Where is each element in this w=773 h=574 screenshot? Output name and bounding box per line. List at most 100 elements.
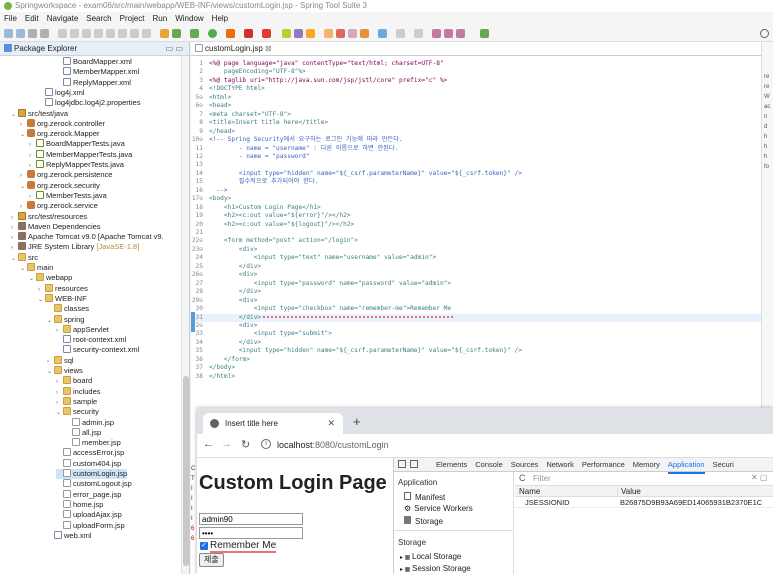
reload-icon[interactable]: ↻ (241, 438, 250, 451)
tree-item[interactable]: root-context.xml (56, 335, 126, 345)
cookie-row[interactable]: JSESSIONID B26875D9B93A69ED14065931B2370… (515, 497, 773, 508)
prev-annotation-icon[interactable] (414, 29, 423, 38)
tree-item[interactable]: › appServlet (56, 324, 109, 335)
tree-item[interactable]: web.xml (47, 530, 92, 541)
menu-project[interactable]: Project (120, 14, 145, 23)
tree-item[interactable]: ⌄ WEB-INF (38, 293, 87, 305)
manifest-item[interactable]: Manifest (404, 492, 445, 502)
tree-item[interactable]: ⌄ src/test/java (11, 108, 68, 119)
new-class-icon[interactable] (294, 29, 303, 38)
filter-input[interactable]: Filter (533, 474, 551, 483)
menu-search[interactable]: Search (86, 14, 111, 23)
remember-me-checkbox[interactable]: ✓ (200, 542, 208, 550)
tree-item[interactable]: member.jsp (65, 438, 121, 448)
collapse-icon[interactable]: ⌄ (29, 274, 36, 284)
annotation-icon[interactable] (378, 29, 387, 38)
inspect-icon[interactable] (398, 460, 406, 468)
forward-arrow-icon[interactable]: → (221, 438, 232, 450)
collapse-icon[interactable]: ⌄ (47, 316, 54, 326)
tree-item[interactable]: ⌄ org.zerock.security (20, 180, 100, 192)
tree-item[interactable]: ⌄ spring (47, 314, 84, 326)
tree-item[interactable]: › org.zerock.persistence (20, 170, 112, 180)
tree-item[interactable]: MemberMapper.xml (56, 67, 139, 77)
tree-item[interactable]: › ReplyMapperTests.java (29, 160, 124, 170)
tree-item[interactable]: ⌄ main (20, 263, 53, 273)
task-icon[interactable] (360, 29, 369, 38)
tree-item[interactable]: › sql (47, 355, 74, 366)
tree-item[interactable]: security-context.xml (56, 345, 139, 355)
collapse-icon[interactable]: ⌄ (56, 408, 63, 418)
password-input[interactable] (199, 527, 303, 539)
code-editor[interactable]: customLogin.jsp ⊠ 1 <%@ page language="ja… (191, 42, 761, 408)
username-input[interactable] (199, 513, 303, 525)
back-arrow-icon[interactable]: ← (203, 438, 214, 450)
tree-item[interactable]: › Maven Dependencies (11, 221, 101, 232)
devtools-tab-sources[interactable]: Sources (511, 458, 539, 472)
pen-icon[interactable] (348, 29, 357, 38)
tree-item[interactable]: › sample (56, 396, 97, 407)
tree-item[interactable]: ⌄ views (47, 366, 83, 376)
collapse-icon[interactable]: ⌄ (20, 264, 27, 274)
quick-access-search-icon[interactable] (760, 29, 769, 38)
tree-item[interactable]: › org.zerock.controller (20, 118, 105, 129)
suspend-icon[interactable] (82, 29, 91, 38)
tree-item[interactable]: BoardMapper.xml (56, 57, 132, 67)
next-annotation-icon[interactable] (396, 29, 405, 38)
tree-item[interactable]: › resources (38, 283, 88, 294)
stop-server-icon[interactable] (244, 29, 253, 38)
last-edit-icon[interactable] (432, 29, 441, 38)
open-type-icon[interactable] (282, 29, 291, 38)
clear-icon[interactable]: ✕ ▢ (751, 473, 767, 482)
editor-tab[interactable]: customLogin.jsp ⊠ (191, 42, 761, 56)
tree-item[interactable]: error_page.jsp (56, 489, 121, 500)
tree-item[interactable]: ReplyMapper.xml (56, 77, 131, 88)
search-tool-icon[interactable] (336, 29, 345, 38)
collapse-icon[interactable]: ⌄ (11, 254, 18, 264)
step-into-icon[interactable] (118, 29, 127, 38)
tree-item[interactable]: all.jsp (65, 427, 101, 438)
tree-item[interactable]: customLogout.jsp (56, 479, 132, 489)
tree-item[interactable]: admin.jsp (65, 417, 114, 428)
device-toolbar-icon[interactable] (410, 460, 418, 468)
tree-item[interactable]: ⌄ webapp (29, 273, 72, 283)
run-icon[interactable] (208, 29, 217, 38)
tree-item[interactable]: › JRE System Library [JavaSE-1.8] (11, 242, 139, 252)
terminate-icon[interactable] (94, 29, 103, 38)
devtools-tab-network[interactable]: Network (546, 458, 574, 472)
package-explorer-tab[interactable]: Package Explorer ▭ ▭ (0, 42, 189, 56)
collapse-icon[interactable]: ⌄ (38, 295, 45, 305)
tree-item[interactable]: › MemberMapperTests.java (29, 149, 132, 160)
build-icon[interactable] (160, 29, 169, 38)
menu-file[interactable]: File (4, 14, 17, 23)
tree-scrollbar[interactable] (181, 56, 189, 574)
tree-item[interactable]: ⌄ security (56, 407, 99, 417)
storage-item[interactable]: Storage (404, 516, 443, 526)
tree-item[interactable]: uploadForm.jsp (56, 520, 125, 531)
step-return-icon[interactable] (142, 29, 151, 38)
menu-run[interactable]: Run (153, 14, 168, 23)
tree-item[interactable]: › BoardMapperTests.java (29, 139, 125, 149)
menu-help[interactable]: Help (212, 14, 228, 23)
service-workers-item[interactable]: ⚙ Service Workers (404, 504, 473, 513)
tree-item[interactable]: classes (47, 304, 89, 314)
new-icon[interactable] (4, 29, 13, 38)
devtools-tab-elements[interactable]: Elements (436, 458, 467, 472)
session-storage-item[interactable]: ▸ ▦ Session Storage (400, 564, 471, 574)
skip-icon[interactable] (58, 29, 67, 38)
coverage-icon[interactable] (226, 29, 235, 38)
save-icon[interactable] (16, 29, 25, 38)
tree-item[interactable]: › board (56, 376, 92, 386)
collapse-icon[interactable]: ⌄ (20, 182, 27, 192)
view-menu-icon[interactable]: ▭ ▭ (166, 42, 183, 56)
collapse-icon[interactable]: ⌄ (47, 367, 54, 377)
collapse-icon[interactable]: ⌄ (20, 130, 27, 140)
back-icon[interactable] (444, 29, 453, 38)
menu-navigate[interactable]: Navigate (47, 14, 79, 23)
menu-window[interactable]: Window (175, 14, 203, 23)
disconnect-icon[interactable] (106, 29, 115, 38)
tree-item[interactable]: home.jsp (56, 499, 103, 510)
new-tab-button[interactable]: + (353, 414, 361, 429)
tree-item[interactable]: › includes (56, 386, 101, 397)
tree-item[interactable]: › MemberTests.java (29, 190, 107, 201)
open-folder-icon[interactable] (324, 29, 333, 38)
